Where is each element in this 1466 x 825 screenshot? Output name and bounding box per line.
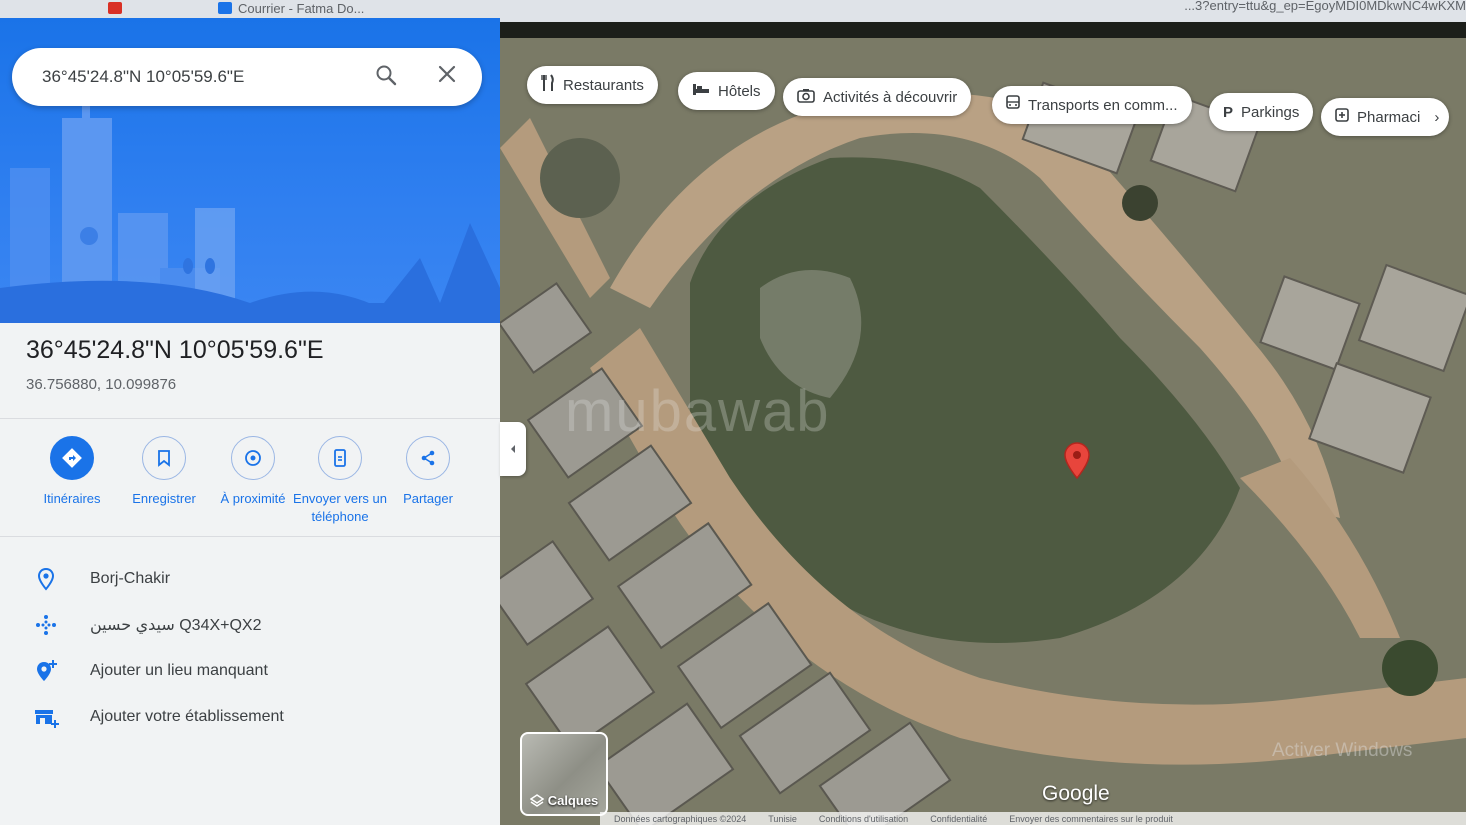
chip-hotels[interactable]: Hôtels — [678, 72, 775, 110]
plus-code-text: سيدي حسين Q34X+QX2 — [90, 617, 262, 634]
place-title: 36°45'24.8"N 10°05'59.6"E — [26, 336, 324, 364]
share-circle — [406, 436, 450, 480]
browser-tab-mail[interactable]: Courrier - Fatma Do... — [218, 0, 364, 16]
google-logo: Google — [1042, 782, 1110, 805]
layers-label-wrap: Calques — [522, 793, 606, 808]
chip-parking[interactable]: P Parkings — [1209, 93, 1314, 131]
save-button[interactable]: Enregistrer — [116, 436, 212, 508]
directions-circle — [50, 436, 94, 480]
directions-label: Itinéraires — [43, 491, 101, 506]
camera-icon — [797, 87, 815, 107]
layers-button[interactable]: Calques — [520, 732, 608, 816]
chip-label: Pharmaci — [1357, 108, 1421, 126]
footer-country[interactable]: Tunisie — [768, 814, 797, 824]
fork-knife-icon — [541, 74, 555, 96]
search-icon — [376, 65, 397, 86]
address-text: Borj-Chakir — [90, 570, 171, 587]
chip-transit[interactable]: Transports en comm... — [992, 86, 1192, 124]
gmail-icon — [108, 2, 122, 14]
send-to-phone-label: Envoyer vers un téléphone — [293, 491, 387, 524]
chip-pharmacy[interactable]: Pharmaci › — [1321, 98, 1450, 136]
chip-label: Restaurants — [563, 76, 644, 94]
chip-label: Activités à découvrir — [823, 88, 958, 106]
search-input[interactable] — [42, 67, 362, 87]
bookmark-icon — [158, 450, 170, 467]
send-to-phone-circle — [318, 436, 362, 480]
save-circle — [142, 436, 186, 480]
collapse-panel-button[interactable] — [500, 422, 526, 476]
place-coordinates: 36.756880, 10.099876 — [26, 376, 177, 393]
layers-icon — [529, 793, 544, 807]
info-row-address[interactable]: Borj-Chakir — [32, 564, 170, 594]
send-to-phone-button[interactable]: Envoyer vers un téléphone — [292, 436, 388, 526]
share-icon — [421, 450, 435, 466]
clear-search-button[interactable] — [436, 63, 464, 91]
info-row-plus-code[interactable]: سيدي حسين Q34X+QX2 — [32, 610, 262, 640]
location-pin-icon — [32, 565, 60, 593]
layers-label: Calques — [547, 793, 599, 808]
chip-restaurants[interactable]: Restaurants — [527, 66, 658, 104]
bed-icon — [692, 82, 710, 100]
close-icon — [438, 65, 456, 83]
pharmacy-icon — [1335, 108, 1349, 126]
chevron-left-icon — [511, 445, 515, 453]
chip-activities[interactable]: Activités à découvrir — [783, 78, 972, 116]
divider — [0, 536, 500, 537]
windows-activation-notice: Activer Windows — [1272, 740, 1413, 761]
browser-tab-label: Courrier - Fatma Do... — [238, 0, 365, 16]
plus-code-icon — [32, 611, 60, 639]
parking-icon: P — [1223, 103, 1234, 121]
add-business-text: Ajouter votre établissement — [90, 708, 284, 725]
footer-terms-link[interactable]: Conditions d'utilisation — [819, 814, 908, 824]
add-business-icon — [32, 703, 60, 731]
info-row-add-place[interactable]: Ajouter un lieu manquant — [32, 656, 268, 686]
search-button[interactable] — [374, 63, 402, 91]
mail-icon — [218, 2, 232, 14]
directions-button[interactable]: Itinéraires — [24, 436, 120, 508]
action-buttons: Itinéraires Enregistrer À proximité Envo… — [28, 436, 468, 536]
chevron-right-icon[interactable]: › — [1434, 109, 1439, 126]
place-panel: 36°45'24.8"N 10°05'59.6"E 36.756880, 10.… — [0, 18, 500, 825]
nearby-label: À proximité — [220, 491, 286, 506]
watermark: mubawab — [565, 379, 831, 444]
save-label: Enregistrer — [132, 491, 196, 506]
share-button[interactable]: Partager — [380, 436, 476, 508]
bus-icon — [1006, 95, 1020, 115]
phone-icon — [334, 449, 346, 467]
footer-privacy-link[interactable]: Confidentialité — [930, 814, 987, 824]
add-place-text: Ajouter un lieu manquant — [90, 662, 268, 679]
search-box[interactable] — [12, 48, 482, 106]
share-label: Partager — [403, 491, 453, 506]
footer-feedback-link[interactable]: Envoyer des commentaires sur le produit — [1009, 814, 1173, 824]
divider — [0, 418, 500, 419]
chip-label: Hôtels — [718, 82, 761, 100]
nearby-button[interactable]: À proximité — [205, 436, 301, 508]
nearby-icon — [245, 450, 261, 466]
footer-map-data: Données cartographiques ©2024 — [614, 813, 747, 824]
browser-tab-gmail[interactable] — [108, 0, 122, 16]
directions-icon — [62, 448, 82, 468]
url-fragment[interactable]: ...3?entry=ttu&g_ep=EgoyMDI0MDkwNC4wKXM — [1184, 0, 1466, 13]
chip-label: Parkings — [1241, 103, 1300, 121]
info-row-add-business[interactable]: Ajouter votre établissement — [32, 702, 284, 732]
hero-illustration — [0, 18, 500, 323]
chip-label: Transports en comm... — [1028, 96, 1178, 114]
map-footer: Données cartographiques ©2024 Tunisie Co… — [600, 812, 1466, 825]
add-place-icon — [32, 657, 60, 685]
nearby-circle — [231, 436, 275, 480]
